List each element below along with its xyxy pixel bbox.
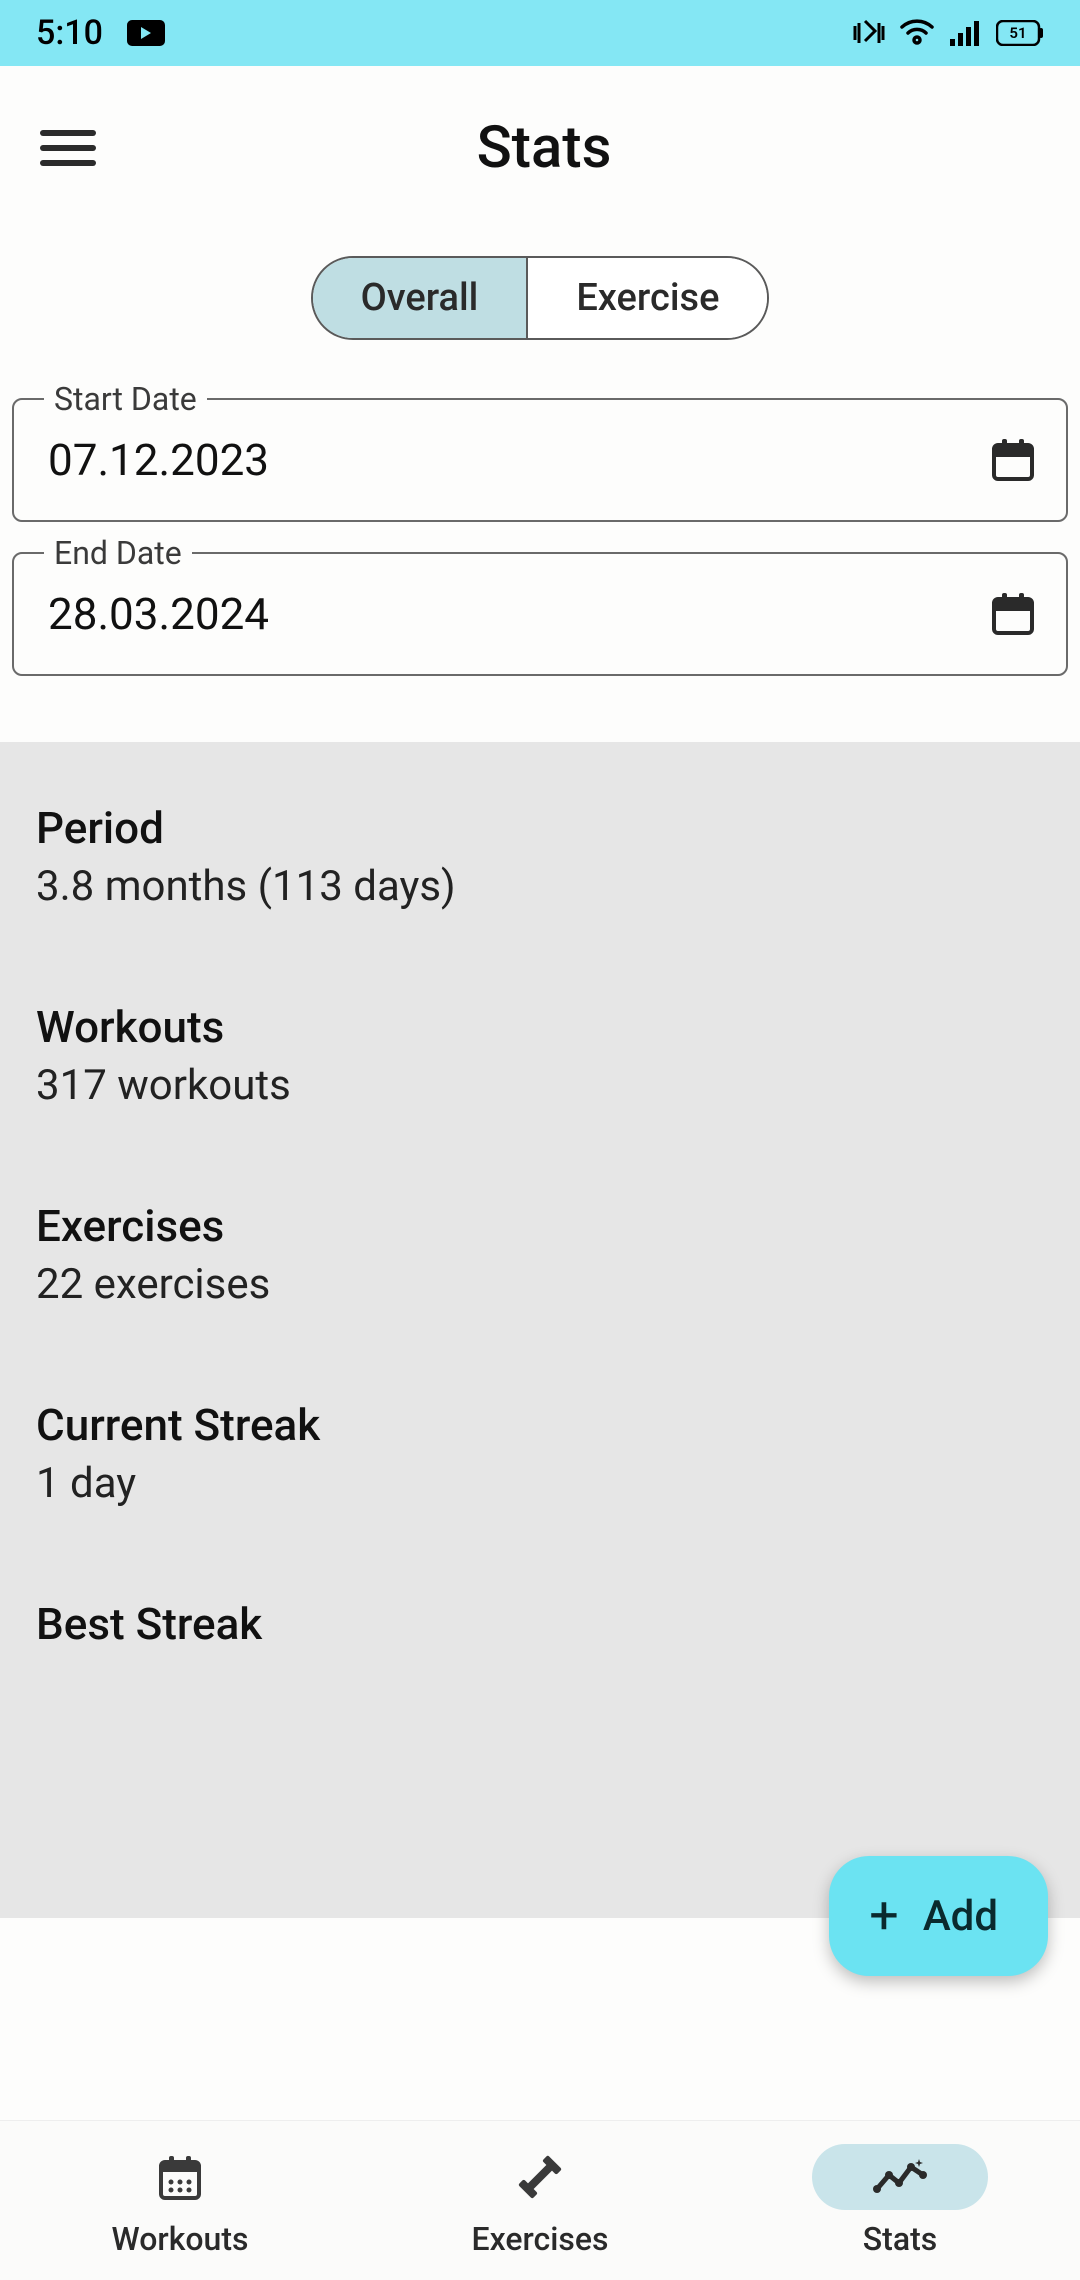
nav-stats[interactable]: Stats	[720, 2121, 1080, 2280]
status-time: 5:10	[36, 13, 103, 53]
menu-button[interactable]	[40, 120, 96, 176]
end-date-value: 28.03.2024	[48, 588, 269, 640]
page-title: Stats	[8, 114, 1080, 182]
svg-text:51: 51	[1009, 24, 1026, 42]
hamburger-icon	[40, 130, 96, 136]
nav-label: Exercises	[472, 2220, 609, 2258]
stat-value: 317 workouts	[36, 1061, 1044, 1110]
plus-icon: +	[869, 1890, 899, 1942]
stat-title: Exercises	[36, 1200, 1044, 1252]
start-date-value: 07.12.2023	[48, 434, 269, 486]
stat-card-current-streak: Current Streak 1 day	[14, 1369, 1066, 1542]
add-button-label: Add	[923, 1892, 998, 1941]
start-date-label: Start Date	[44, 380, 207, 418]
battery-icon: 51	[996, 20, 1044, 46]
stat-card-exercises: Exercises 22 exercises	[14, 1170, 1066, 1343]
stat-card-period: Period 3.8 months (113 days)	[14, 772, 1066, 945]
stats-list[interactable]: Period 3.8 months (113 days) Workouts 31…	[0, 742, 1080, 1918]
youtube-icon	[127, 20, 165, 46]
bottom-nav: Workouts Exercises Stats	[0, 2120, 1080, 2280]
nav-workouts[interactable]: Workouts	[0, 2121, 360, 2280]
date-fields: Start Date 07.12.2023 End Date 28.03.202…	[0, 340, 1080, 676]
end-date-label: End Date	[44, 534, 192, 572]
chart-sparkle-icon	[871, 2155, 929, 2199]
status-right: 51	[852, 18, 1044, 48]
start-date-field[interactable]: Start Date 07.12.2023	[12, 398, 1068, 522]
stat-card-workouts: Workouts 317 workouts	[14, 971, 1066, 1144]
calendar-icon	[990, 437, 1036, 483]
tab-exercise[interactable]: Exercise	[526, 258, 767, 338]
nav-exercises[interactable]: Exercises	[360, 2121, 720, 2280]
stat-title: Current Streak	[36, 1399, 1044, 1451]
nav-label: Workouts	[112, 2220, 249, 2258]
stat-card-best-streak: Best Streak	[14, 1568, 1066, 1692]
vibrate-icon	[852, 18, 886, 48]
segmented-control: Overall Exercise	[0, 256, 1080, 340]
dumbbell-icon	[513, 2150, 567, 2204]
signal-icon	[948, 19, 982, 47]
status-left: 5:10	[36, 13, 165, 53]
nav-label: Stats	[863, 2220, 937, 2258]
wifi-icon	[900, 19, 934, 47]
stat-value: 22 exercises	[36, 1260, 1044, 1309]
status-bar: 5:10 51	[0, 0, 1080, 66]
tab-overall[interactable]: Overall	[313, 258, 527, 338]
stat-value: 3.8 months (113 days)	[36, 862, 1044, 911]
stat-value: 1 day	[36, 1459, 1044, 1508]
stat-title: Best Streak	[36, 1598, 1044, 1650]
stat-title: Period	[36, 802, 1044, 854]
app-header: Stats	[0, 66, 1080, 230]
calendar-icon	[990, 591, 1036, 637]
end-date-field[interactable]: End Date 28.03.2024	[12, 552, 1068, 676]
add-button[interactable]: + Add	[829, 1856, 1048, 1976]
stat-title: Workouts	[36, 1001, 1044, 1053]
calendar-dots-icon	[155, 2152, 205, 2202]
